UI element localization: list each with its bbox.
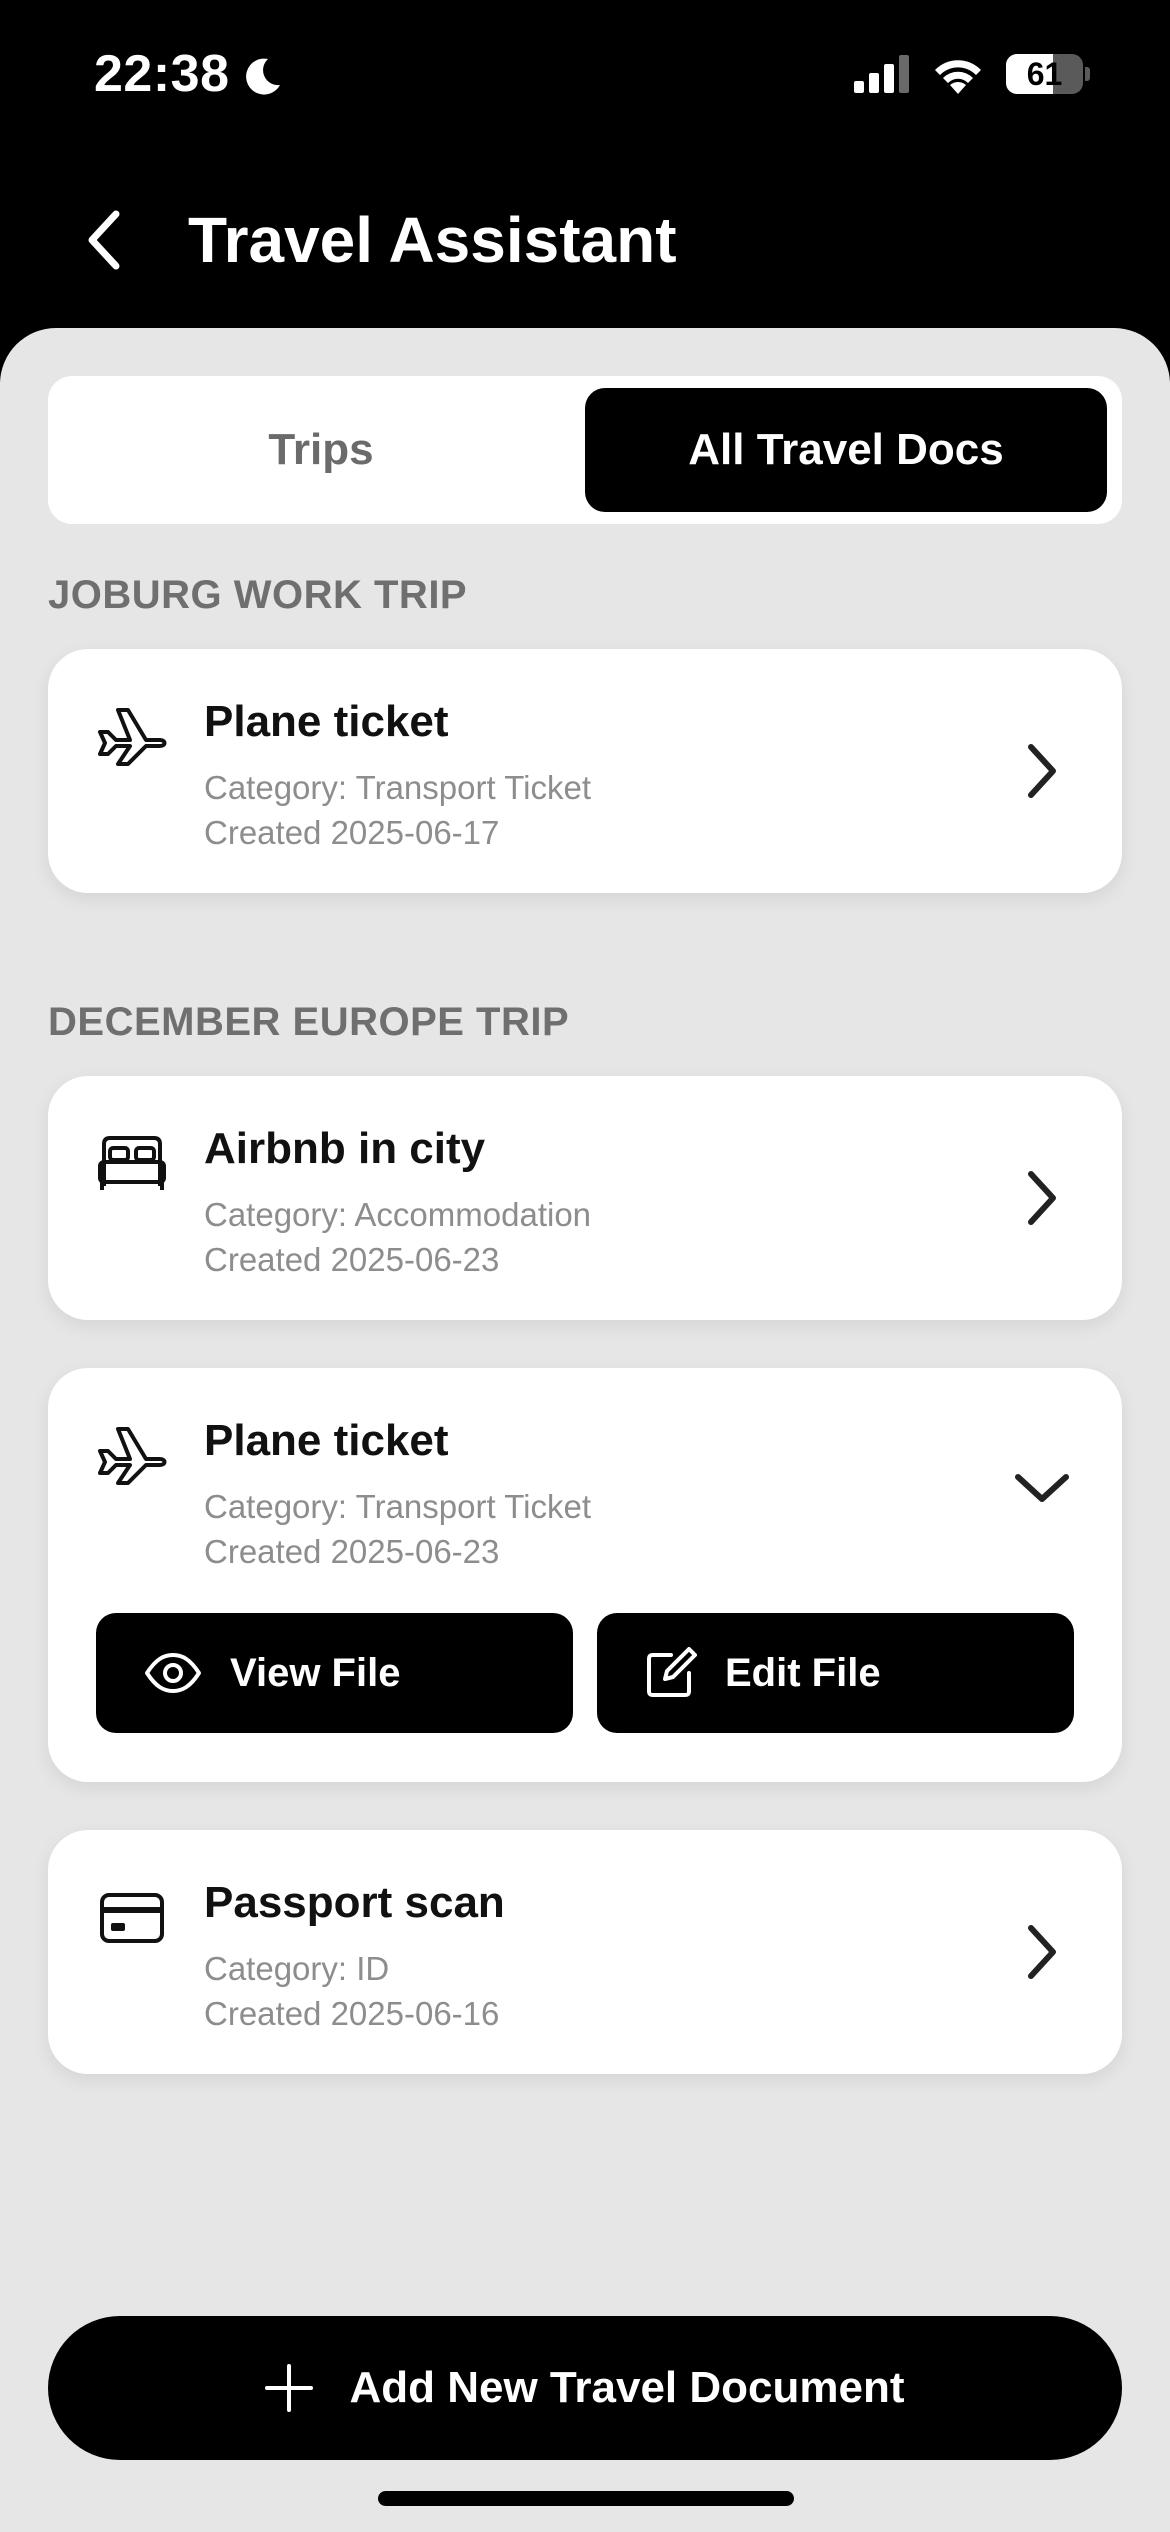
- page-title: Travel Assistant: [188, 204, 677, 276]
- document-card[interactable]: Airbnb in city Category: Accommodation C…: [48, 1076, 1122, 1320]
- app-header: Travel Assistant: [0, 180, 1170, 300]
- tab-all-travel-docs[interactable]: All Travel Docs: [585, 388, 1107, 512]
- document-card-expanded[interactable]: Plane ticket Category: Transport Ticket …: [48, 1368, 1122, 1782]
- edit-file-label: Edit File: [725, 1650, 881, 1695]
- chevron-right-icon[interactable]: [1014, 1170, 1070, 1226]
- status-indicators: 61: [854, 54, 1090, 94]
- segmented-control: Trips All Travel Docs: [48, 376, 1122, 524]
- status-time-group: 22:38: [94, 44, 284, 104]
- add-button-label: Add New Travel Document: [349, 2363, 905, 2412]
- document-title: Airbnb in city: [204, 1124, 486, 1173]
- chevron-down-icon[interactable]: [1014, 1460, 1070, 1516]
- view-file-button[interactable]: View File: [96, 1613, 573, 1733]
- section-header-europe: DECEMBER EUROPE TRIP: [48, 1000, 570, 1044]
- id-card-icon: [96, 1882, 168, 1954]
- eye-icon: [145, 1653, 201, 1693]
- document-category: Category: Transport Ticket: [204, 1488, 591, 1525]
- document-category: Category: Transport Ticket: [204, 769, 591, 806]
- plus-icon: [265, 2364, 314, 2412]
- battery-level: 61: [1026, 55, 1063, 92]
- document-title: Plane ticket: [204, 1416, 449, 1465]
- document-title: Passport scan: [204, 1878, 505, 1927]
- moon-icon: [240, 52, 284, 96]
- status-bar: 22:38 61: [0, 0, 1170, 160]
- document-created-date: Created 2025-06-16: [204, 1995, 500, 2032]
- home-indicator[interactable]: [378, 2491, 794, 2506]
- document-category: Category: ID: [204, 1950, 390, 1987]
- section-header-joburg: JOBURG WORK TRIP: [48, 573, 468, 617]
- view-file-label: View File: [230, 1650, 401, 1695]
- chevron-left-icon: [88, 210, 120, 270]
- document-title: Plane ticket: [204, 697, 449, 746]
- document-created-date: Created 2025-06-17: [204, 814, 500, 851]
- document-card[interactable]: Passport scan Category: ID Created 2025-…: [48, 1830, 1122, 2074]
- status-time: 22:38: [94, 45, 230, 103]
- main-content: Trips All Travel Docs JOBURG WORK TRIP P…: [0, 328, 1170, 2532]
- document-card[interactable]: Plane ticket Category: Transport Ticket …: [48, 649, 1122, 893]
- document-created-date: Created 2025-06-23: [204, 1533, 500, 1570]
- add-new-travel-document-button[interactable]: Add New Travel Document: [48, 2316, 1122, 2460]
- chevron-right-icon[interactable]: [1014, 743, 1070, 799]
- plane-icon: [96, 701, 168, 773]
- back-button[interactable]: [72, 202, 136, 278]
- edit-icon: [647, 1647, 697, 1697]
- battery-indicator: 61: [1006, 54, 1090, 94]
- plane-icon: [96, 1420, 168, 1492]
- edit-file-button[interactable]: Edit File: [597, 1613, 1074, 1733]
- tab-trips[interactable]: Trips: [60, 388, 582, 512]
- document-category: Category: Accommodation: [204, 1196, 592, 1233]
- wifi-icon: [935, 60, 981, 94]
- bed-icon: [96, 1128, 168, 1200]
- document-created-date: Created 2025-06-23: [204, 1241, 500, 1278]
- chevron-right-icon[interactable]: [1014, 1924, 1070, 1980]
- cellular-signal-icon: [854, 55, 909, 93]
